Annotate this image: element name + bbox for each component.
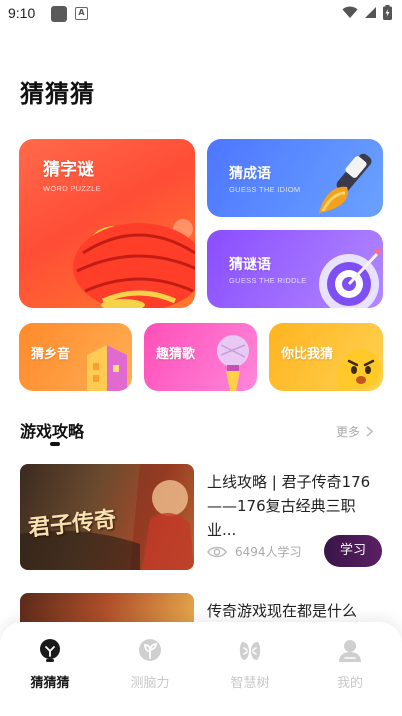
card-title: 猜字谜: [43, 160, 94, 180]
view-count: 6494人学习: [235, 545, 302, 559]
chevron-right-icon: [366, 426, 374, 437]
microphone-icon: [217, 335, 249, 391]
notification-app-icon: [51, 6, 67, 22]
status-icons: [342, 5, 392, 20]
game-card-charade[interactable]: 你比我猜: [269, 323, 383, 391]
article-item[interactable]: 传奇游戏现在都是什么: [20, 593, 382, 623]
game-card-word-puzzle[interactable]: 猜字谜 WORD PUZZLE: [19, 139, 195, 308]
more-link[interactable]: 更多: [336, 423, 374, 440]
article-thumbnail: [20, 593, 194, 623]
study-button[interactable]: 学习: [324, 535, 382, 567]
nav-item-tree[interactable]: 智慧树: [210, 638, 290, 691]
bottom-nav: 猜猜猜 测脑力 智慧树 我的: [0, 622, 402, 716]
card-title: 猜谜语: [229, 257, 271, 273]
article-views: 6494人学习: [207, 543, 302, 560]
card-title: 你比我猜: [281, 347, 334, 362]
section-underline: [50, 442, 60, 446]
target-icon: [319, 248, 381, 308]
section-title: 游戏攻略: [20, 422, 85, 441]
status-time: 9:10: [8, 5, 36, 21]
nav-item-guess[interactable]: 猜猜猜: [10, 638, 90, 691]
game-card-riddle[interactable]: 猜谜语 GUESS THE RIDDLE: [207, 230, 383, 308]
card-subtitle: GUESS THE IDIOM: [229, 185, 301, 194]
article-item[interactable]: 君子传奇 上线攻略 | 君子传奇176——176复古经典三职业... 6494人…: [20, 464, 382, 570]
eye-icon: [207, 546, 227, 557]
nav-label: 测脑力: [130, 676, 170, 691]
card-title: 猜乡音: [31, 347, 71, 362]
nav-item-profile[interactable]: 我的: [310, 638, 390, 691]
game-card-song[interactable]: 趣猜歌: [144, 323, 257, 391]
notification-a-icon: A: [75, 7, 88, 20]
card-title: 趣猜歌: [156, 347, 196, 362]
signal-icon: [365, 7, 376, 18]
page-title: 猜猜猜: [20, 80, 95, 108]
nav-label: 我的: [336, 676, 363, 691]
game-card-idiom[interactable]: 猜成语 GUESS THE IDIOM: [207, 139, 383, 217]
user-icon: [339, 640, 361, 662]
status-bar: 9:10 A: [0, 0, 402, 28]
nav-item-brain[interactable]: 测脑力: [110, 638, 190, 691]
lightbulb-icon: [40, 639, 60, 662]
paintbrush-icon: [319, 153, 372, 213]
more-label: 更多: [336, 425, 361, 439]
game-card-hometown[interactable]: 猜乡音: [19, 323, 132, 391]
nav-label: 智慧树: [230, 676, 270, 691]
card-title: 猜成语: [229, 166, 271, 182]
emoji-face-icon: [337, 349, 381, 391]
brain-sprout-icon: [139, 639, 161, 661]
building-icon: [87, 345, 127, 391]
card-subtitle: WORD PUZZLE: [43, 184, 101, 193]
article-title: 上线攻略 | 君子传奇176——176复古经典三职业...: [207, 473, 371, 539]
lantern-icon: [73, 219, 195, 308]
tree-icon: [239, 642, 261, 660]
nav-label: 猜猜猜: [30, 676, 70, 691]
card-subtitle: GUESS THE RIDDLE: [229, 276, 307, 285]
article-title: 传奇游戏现在都是什么: [207, 602, 358, 620]
wifi-icon: [342, 6, 358, 18]
battery-icon: [383, 5, 392, 20]
article-thumbnail: 君子传奇: [20, 464, 194, 570]
